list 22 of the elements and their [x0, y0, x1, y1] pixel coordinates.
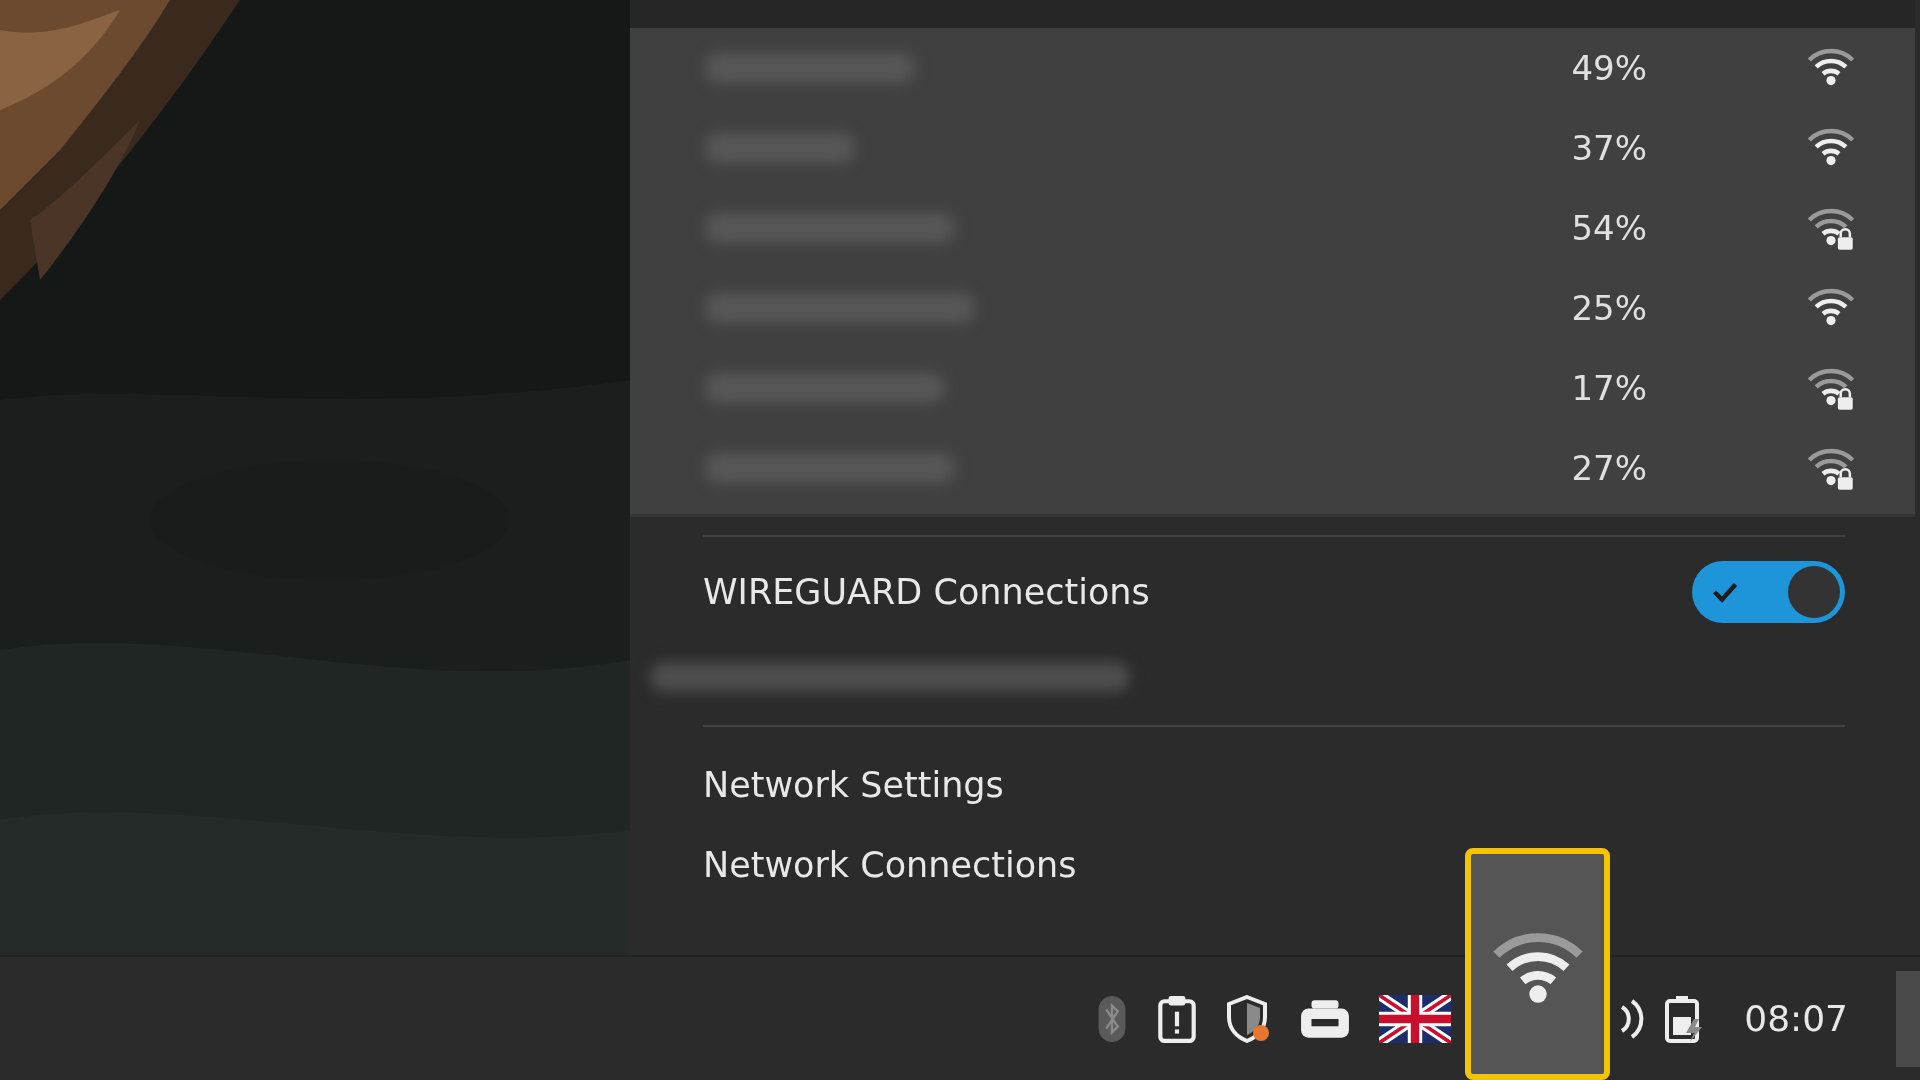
signal-strength: 25% — [1570, 288, 1647, 328]
printer-icon[interactable] — [1299, 997, 1352, 1040]
network-item[interactable]: 17% — [630, 348, 1915, 428]
highlighted-wifi-button[interactable] — [1465, 848, 1610, 1080]
bluetooth-icon[interactable] — [1097, 994, 1128, 1043]
clock[interactable]: 08:07 — [1744, 998, 1848, 1039]
menu-item[interactable]: Network Settings — [630, 745, 1004, 825]
network-item[interactable]: 25% — [630, 268, 1915, 348]
panel-handle[interactable] — [1896, 970, 1920, 1067]
network-item[interactable]: 27% — [630, 428, 1915, 508]
network-item[interactable]: 54% — [630, 188, 1915, 268]
shield-icon[interactable] — [1227, 994, 1272, 1043]
menu-label: WIREGUARD Connections — [703, 572, 1150, 612]
signal-strength: 54% — [1570, 208, 1647, 248]
signal-strength: 17% — [1570, 368, 1647, 408]
signal-strength: 49% — [1570, 48, 1647, 88]
network-item[interactable]: 37% — [630, 108, 1915, 188]
menu-item[interactable]: Network Connections — [630, 825, 1077, 905]
flag-icon[interactable] — [1379, 994, 1452, 1043]
signal-strength: 37% — [1570, 128, 1647, 168]
network-item[interactable]: 49% — [630, 28, 1915, 108]
signal-strength: 27% — [1570, 448, 1647, 488]
